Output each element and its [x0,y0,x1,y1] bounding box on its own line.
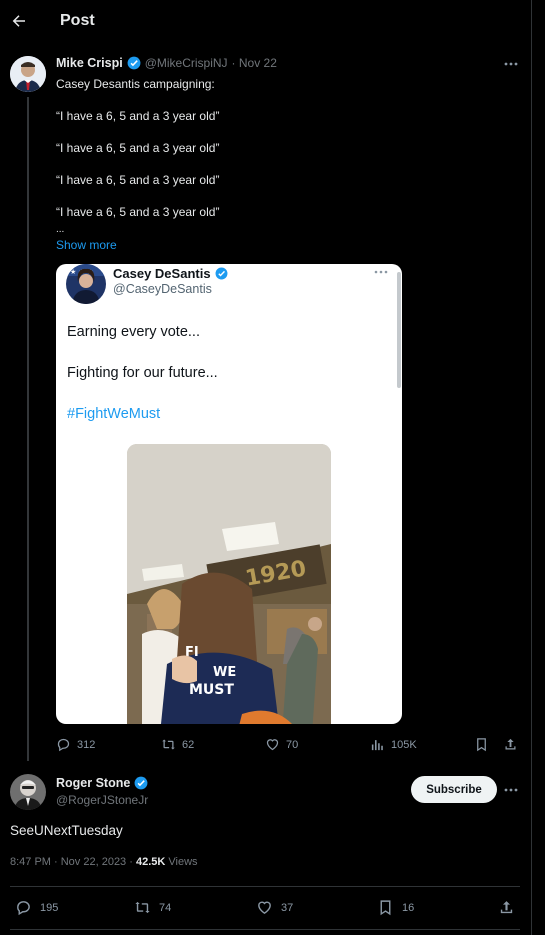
tweet-text-line: Casey Desantis campaigning: [56,77,215,91]
verified-badge-icon [127,56,141,70]
tweet-header: Mike Crispi @MikeCrispiNJ · Nov 22 [56,56,277,70]
quoted-text-line: Earning every vote... [67,324,200,340]
bookmark-icon [377,899,394,916]
reply-action[interactable]: 312 [56,737,95,752]
reply-count: 312 [77,738,96,751]
verified-badge-icon [134,776,148,790]
views-number: 42.5K [135,856,166,868]
analytics-icon [370,737,385,752]
share-icon[interactable] [498,899,515,916]
repost-icon [134,899,151,916]
shirt-text: MUST [189,682,234,698]
hashtag-link[interactable]: #FightWeMust [67,406,160,422]
tweet-date[interactable]: · Nov 22 [232,56,277,70]
like-action[interactable]: 70 [265,737,298,752]
page-title: Post [60,12,95,29]
reply-text: SeeUNextTuesday [10,823,123,838]
like-action[interactable]: 37 [256,899,293,916]
tweet-text-line: “I have a 6, 5 and a 3 year old” [56,141,220,155]
share-icon[interactable] [503,737,518,752]
repost-action[interactable]: 62 [161,737,194,752]
subscribe-button[interactable]: Subscribe [411,776,497,803]
shirt-text: WE [213,665,236,680]
reply-header: Roger Stone [56,776,148,790]
avatar[interactable] [10,774,46,810]
quoted-header: Casey DeSantis [113,266,229,281]
post-timestamp[interactable]: 8:47 PM · Nov 22, 2023 · [10,856,136,868]
tweet-text-line: “I have a 6, 5 and a 3 year old” [56,173,220,187]
bookmark-count: 16 [402,901,415,914]
show-more-link[interactable]: Show more [56,237,117,253]
quoted-text-line: Fighting for our future... [67,365,218,381]
author-handle[interactable]: @RogerJStoneJr [56,793,148,807]
views-action[interactable]: 105K [370,737,417,752]
tweet-text-line: “I have a 6, 5 and a 3 year old” [56,109,220,123]
repost-count: 62 [182,738,195,751]
reply-count: 195 [40,901,59,914]
tweet-text-line: “I have a 6, 5 and a 3 year old” [56,205,220,219]
bookmark-action[interactable]: 16 [377,899,414,916]
heart-icon [256,899,273,916]
verified-badge-icon [215,267,229,281]
quoted-author-handle[interactable]: @CaseyDeSantis [113,282,212,296]
video-thumbnail[interactable]: 1920 WE MUST FI [127,444,331,724]
thread-connector [27,97,29,761]
author-name[interactable]: Roger Stone [56,776,130,790]
heart-icon [265,737,280,752]
scrollbar-thumb[interactable] [397,272,401,388]
divider [10,886,520,887]
post-metadata: 8:47 PM · Nov 22, 2023 · 42.5K Views [10,856,198,868]
quoted-tweet-card[interactable]: ★ ★ ★ Casey DeSantis @CaseyDeSantis Earn… [56,264,402,724]
avatar[interactable] [10,56,46,92]
views-label: Views [165,856,198,868]
back-arrow-icon[interactable] [10,12,28,30]
divider [10,929,520,930]
like-count: 70 [286,738,299,751]
more-options-icon[interactable] [503,786,519,794]
more-options-icon[interactable] [503,60,519,68]
reply-icon [56,737,71,752]
like-count: 37 [281,901,294,914]
reply-icon [15,899,32,916]
quoted-author-name[interactable]: Casey DeSantis [113,266,211,281]
reply-action[interactable]: 195 [15,899,58,916]
repost-count: 74 [159,901,172,914]
repost-action[interactable]: 74 [134,899,171,916]
view-count: 105K [391,738,417,751]
bookmark-icon[interactable] [474,737,489,752]
column-divider [531,0,532,935]
quoted-more-icon[interactable] [374,269,388,275]
repost-icon [161,737,176,752]
tweet-text-ellipsis: ... [56,224,65,235]
quoted-avatar[interactable]: ★ ★ ★ [66,264,106,304]
author-handle[interactable]: @MikeCrispiNJ [145,56,228,70]
author-name[interactable]: Mike Crispi [56,56,123,70]
